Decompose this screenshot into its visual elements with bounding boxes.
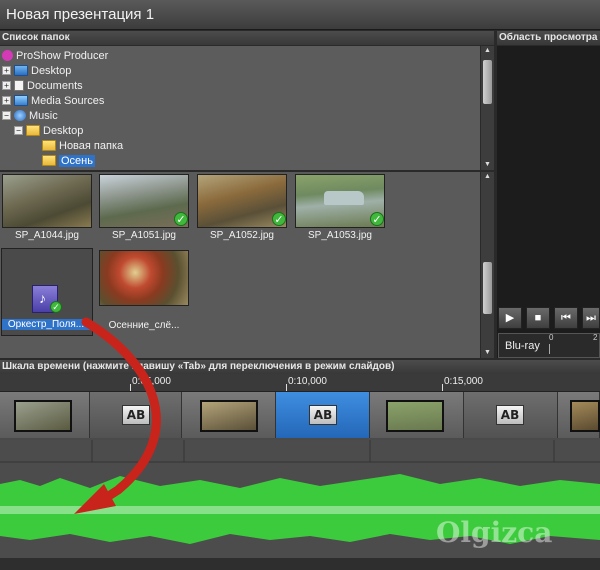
folders-panel-header: Список папок — [0, 31, 494, 45]
file-name: SP_A1053.jpg — [308, 230, 372, 241]
folder-tree[interactable]: ProShow Producer + Desktop + Documents +… — [0, 46, 480, 170]
scrollbar-thumb[interactable] — [483, 60, 492, 104]
transition-ab-icon: AB — [309, 405, 337, 425]
tree-item-documents[interactable]: + Documents — [2, 78, 83, 93]
folder-icon — [42, 140, 56, 151]
file-name: SP_A1044.jpg — [15, 230, 79, 241]
expand-icon[interactable]: + — [2, 96, 11, 105]
tree-item-label: ProShow Producer — [16, 49, 109, 62]
transition-ab-icon: AB — [122, 405, 150, 425]
expand-icon[interactable]: + — [2, 81, 11, 90]
tree-item-label: Documents — [27, 79, 83, 92]
file-browser-scrollbar[interactable]: ▲ ▼ — [480, 172, 494, 358]
file-browser: SP_A1044.jpg ✓ SP_A1051.jpg ✓ SP_A1052.j… — [0, 172, 494, 358]
tree-item-label: Media Sources — [31, 94, 105, 107]
ruler-end: 2 — [593, 333, 598, 342]
tick-label: 0:05,000 — [132, 376, 171, 387]
checkmark-icon: ✓ — [174, 212, 188, 226]
transition-ab-icon: AB — [496, 405, 524, 425]
folder-icon — [26, 125, 40, 136]
window-titlebar: Новая презентация 1 — [0, 0, 600, 30]
file-name: SP_A1052.jpg — [210, 230, 274, 241]
expand-icon[interactable]: + — [2, 66, 11, 75]
scroll-up-icon[interactable]: ▲ — [481, 46, 494, 56]
play-icon[interactable]: ▶ — [498, 307, 522, 329]
music-icon — [14, 110, 26, 121]
tree-item-music-desktop[interactable]: − Desktop — [14, 123, 83, 138]
tree-item-autumn[interactable]: Осень — [42, 153, 95, 168]
preview-panel-header: Область просмотра — [497, 31, 600, 45]
file-name: SP_A1051.jpg — [112, 230, 176, 241]
output-format-label: Blu-ray — [505, 340, 540, 352]
thumbnail-image[interactable] — [2, 174, 92, 228]
tree-item-label: Desktop — [43, 124, 84, 137]
tick-label: 0:15,000 — [444, 376, 483, 387]
file-name: Оркестр_Поля... — [2, 319, 90, 330]
tree-item-proshow[interactable]: ProShow Producer — [2, 48, 108, 63]
slide-thumbnail — [386, 400, 444, 432]
tree-item-label: Новая папка — [59, 139, 124, 152]
slide-2[interactable] — [182, 392, 276, 438]
ruler-start: 0 — [549, 333, 554, 342]
previous-icon[interactable]: ⏮ — [554, 307, 578, 329]
tree-item-media-sources[interactable]: + Media Sources — [2, 93, 104, 108]
transition-1[interactable]: AB — [90, 392, 182, 438]
tree-item-label: Music — [29, 109, 58, 122]
scrollbar-thumb[interactable] — [483, 262, 492, 314]
tree-item-music[interactable]: − Music — [2, 108, 58, 123]
folders-panel-title: Список папок — [2, 32, 70, 43]
media-sources-icon — [14, 95, 28, 106]
tick-label: 0:10,000 — [288, 376, 327, 387]
checkmark-icon: ✓ — [50, 301, 62, 313]
car-shape — [324, 191, 364, 205]
slide-4[interactable] — [558, 392, 600, 438]
transition-2-selected[interactable]: AB — [276, 392, 370, 438]
collapse-icon[interactable]: − — [14, 126, 23, 135]
tree-item-label: Осень — [59, 154, 95, 167]
timeline-ruler[interactable]: 0:05,000 0:10,000 0:15,000 — [0, 374, 600, 392]
scroll-up-icon[interactable]: ▲ — [481, 172, 494, 182]
slide-1[interactable] — [0, 392, 90, 438]
timeline-title: Шкала времени (нажмите клавишу «Tab» для… — [2, 361, 395, 372]
checkmark-icon: ✓ — [370, 212, 384, 226]
scroll-down-icon[interactable]: ▼ — [481, 348, 494, 358]
slide-thumbnail — [200, 400, 258, 432]
collapse-icon[interactable]: − — [2, 111, 11, 120]
tree-item-new-folder[interactable]: Новая папка — [42, 138, 123, 153]
stop-icon[interactable]: ■ — [526, 307, 550, 329]
checkmark-icon: ✓ — [272, 212, 286, 226]
desktop-icon — [14, 65, 28, 76]
slide-thumbnail — [14, 400, 72, 432]
tree-item-desktop[interactable]: + Desktop — [2, 63, 71, 78]
proshow-icon — [2, 50, 13, 61]
scroll-down-icon[interactable]: ▼ — [481, 160, 494, 170]
window-title: Новая презентация 1 — [6, 6, 155, 23]
preview-panel-title: Область просмотра — [499, 32, 598, 43]
transition-3[interactable]: AB — [464, 392, 558, 438]
output-format-bar[interactable]: Blu-ray 0 2 — [498, 333, 600, 358]
slide-3[interactable] — [370, 392, 464, 438]
documents-icon — [14, 80, 24, 91]
next-icon[interactable]: ⏭ — [582, 307, 600, 329]
watermark-logo: Olgizca — [436, 516, 553, 549]
file-name: Осенние_слё... — [108, 320, 180, 331]
thumbnail-image[interactable] — [99, 250, 189, 306]
folder-open-icon — [42, 155, 56, 166]
folder-tree-scrollbar[interactable]: ▲ ▼ — [480, 46, 494, 170]
tree-item-label: Desktop — [31, 64, 72, 77]
slide-thumbnail — [570, 400, 600, 432]
timeline-header: Шкала времени (нажмите клавишу «Tab» для… — [0, 360, 600, 374]
timeline-scrollbar[interactable] — [0, 558, 600, 570]
